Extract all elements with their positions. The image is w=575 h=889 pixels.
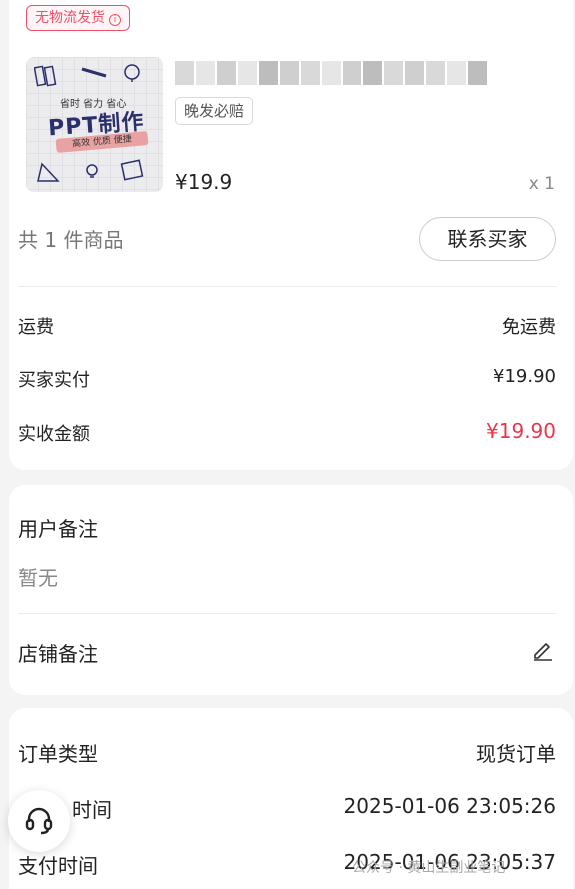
order-type-value: 现货订单 — [476, 742, 556, 766]
order-time-label: 时间 — [72, 798, 112, 822]
item-count: 共 1 件商品 — [18, 228, 124, 252]
triangle-doodle-icon — [37, 162, 60, 182]
late-shipping-badge: 晚发必赔 — [175, 97, 254, 125]
divider — [18, 286, 557, 287]
user-remark-value: 暂无 — [18, 566, 58, 590]
product-price: ¥19.9 — [175, 170, 233, 194]
customer-service-button[interactable] — [8, 790, 70, 852]
info-icon[interactable]: i — [109, 14, 121, 26]
product-quantity: x 1 — [528, 174, 555, 194]
headset-icon — [25, 807, 53, 835]
shipping-fee-label: 运费 — [18, 317, 54, 338]
edit-icon[interactable] — [531, 638, 555, 662]
shipping-fee-value: 免运费 — [502, 317, 556, 338]
pencil-doodle-icon — [81, 67, 107, 78]
no-logistics-label: 无物流发货 — [35, 10, 105, 26]
product-title-blurred[interactable] — [175, 61, 488, 85]
divider — [18, 613, 557, 614]
order-time-value: 2025-01-06 23:05:26 — [343, 794, 556, 818]
buyer-paid-value: ¥19.90 — [493, 366, 556, 387]
notebook-doodle-icon — [120, 159, 144, 181]
no-logistics-tag[interactable]: 无物流发货 i — [26, 5, 130, 31]
watermark: 公众号 · 黄山生副业笔记 — [352, 860, 506, 876]
received-amount-label: 实收金额 — [18, 424, 90, 445]
product-thumbnail[interactable]: 省时 省力 省心 PPT制作 高效 优质 便捷 — [26, 57, 163, 192]
order-type-label: 订单类型 — [18, 742, 98, 766]
globe-doodle-icon — [124, 64, 140, 82]
ruler-doodle-icon — [34, 65, 57, 87]
contact-buyer-button[interactable]: 联系买家 — [419, 217, 556, 261]
bulb-doodle-icon — [86, 164, 98, 178]
payment-time-label: 支付时间 — [18, 854, 98, 878]
user-remark-label: 用户备注 — [18, 517, 98, 541]
buyer-paid-label: 买家实付 — [18, 370, 90, 391]
received-amount-value: ¥19.90 — [486, 419, 556, 443]
shop-remark-label: 店铺备注 — [18, 642, 98, 666]
